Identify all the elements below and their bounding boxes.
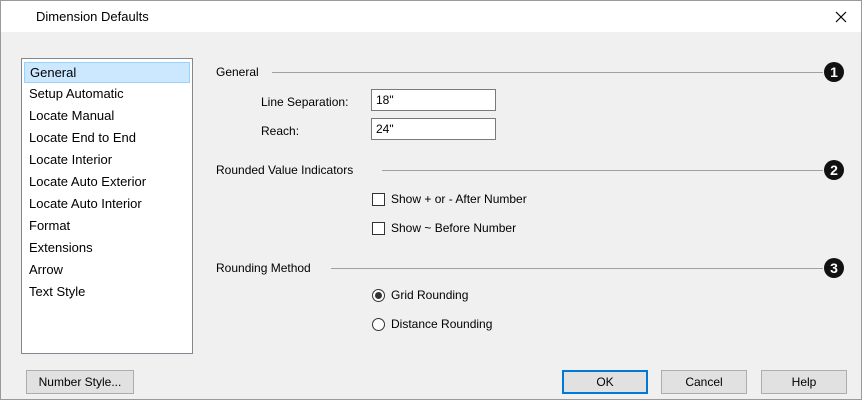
general-group-divider bbox=[272, 72, 823, 73]
nav-item-locate-interior[interactable]: Locate Interior bbox=[24, 149, 190, 170]
nav-item-locate-end-to-end[interactable]: Locate End to End bbox=[24, 127, 190, 148]
rounding-group-divider bbox=[331, 268, 823, 269]
rounding-group-label: Rounding Method bbox=[216, 261, 311, 275]
close-icon bbox=[835, 11, 847, 22]
general-group-label: General bbox=[216, 65, 259, 79]
close-button[interactable] bbox=[821, 1, 861, 32]
nav-item-locate-manual[interactable]: Locate Manual bbox=[24, 105, 190, 126]
help-button[interactable]: Help bbox=[761, 370, 847, 394]
category-list[interactable]: General Setup Automatic Locate Manual Lo… bbox=[21, 58, 193, 354]
nav-item-general[interactable]: General bbox=[24, 62, 190, 83]
callout-3-icon: 3 bbox=[824, 258, 844, 278]
rounded-group-label: Rounded Value Indicators bbox=[216, 163, 354, 177]
show-tilde-label: Show ~ Before Number bbox=[391, 221, 517, 235]
distance-rounding-label: Distance Rounding bbox=[391, 317, 493, 331]
reach-input[interactable] bbox=[371, 118, 496, 140]
dimension-defaults-dialog: Dimension Defaults General Setup Automat… bbox=[0, 0, 862, 400]
show-plus-minus-checkbox[interactable]: Show + or - After Number bbox=[372, 192, 527, 206]
window-title: Dimension Defaults bbox=[36, 9, 149, 24]
radio-selected-icon[interactable] bbox=[372, 288, 385, 302]
show-tilde-checkbox[interactable]: Show ~ Before Number bbox=[372, 221, 516, 235]
line-separation-input[interactable] bbox=[371, 89, 496, 111]
rounded-group-divider bbox=[382, 170, 823, 171]
nav-item-extensions[interactable]: Extensions bbox=[24, 237, 190, 258]
ok-button[interactable]: OK bbox=[562, 370, 648, 394]
cancel-button[interactable]: Cancel bbox=[661, 370, 747, 394]
checkbox-icon[interactable] bbox=[372, 221, 385, 235]
callout-2-icon: 2 bbox=[824, 160, 844, 180]
radio-unselected-icon[interactable] bbox=[372, 317, 385, 331]
callout-1-icon: 1 bbox=[824, 62, 844, 82]
nav-item-format[interactable]: Format bbox=[24, 215, 190, 236]
nav-item-text-style[interactable]: Text Style bbox=[24, 281, 190, 302]
title-bar: Dimension Defaults bbox=[1, 1, 861, 32]
checkbox-icon[interactable] bbox=[372, 192, 385, 206]
nav-item-arrow[interactable]: Arrow bbox=[24, 259, 190, 280]
nav-item-setup-automatic[interactable]: Setup Automatic bbox=[24, 83, 190, 104]
grid-rounding-radio[interactable]: Grid Rounding bbox=[372, 288, 468, 302]
line-separation-label: Line Separation: bbox=[261, 95, 349, 109]
distance-rounding-radio[interactable]: Distance Rounding bbox=[372, 317, 492, 331]
number-style-button[interactable]: Number Style... bbox=[26, 370, 134, 394]
nav-item-locate-auto-exterior[interactable]: Locate Auto Exterior bbox=[24, 171, 190, 192]
nav-item-locate-auto-interior[interactable]: Locate Auto Interior bbox=[24, 193, 190, 214]
grid-rounding-label: Grid Rounding bbox=[391, 288, 469, 302]
show-plus-minus-label: Show + or - After Number bbox=[391, 192, 527, 206]
reach-label: Reach: bbox=[261, 124, 300, 138]
